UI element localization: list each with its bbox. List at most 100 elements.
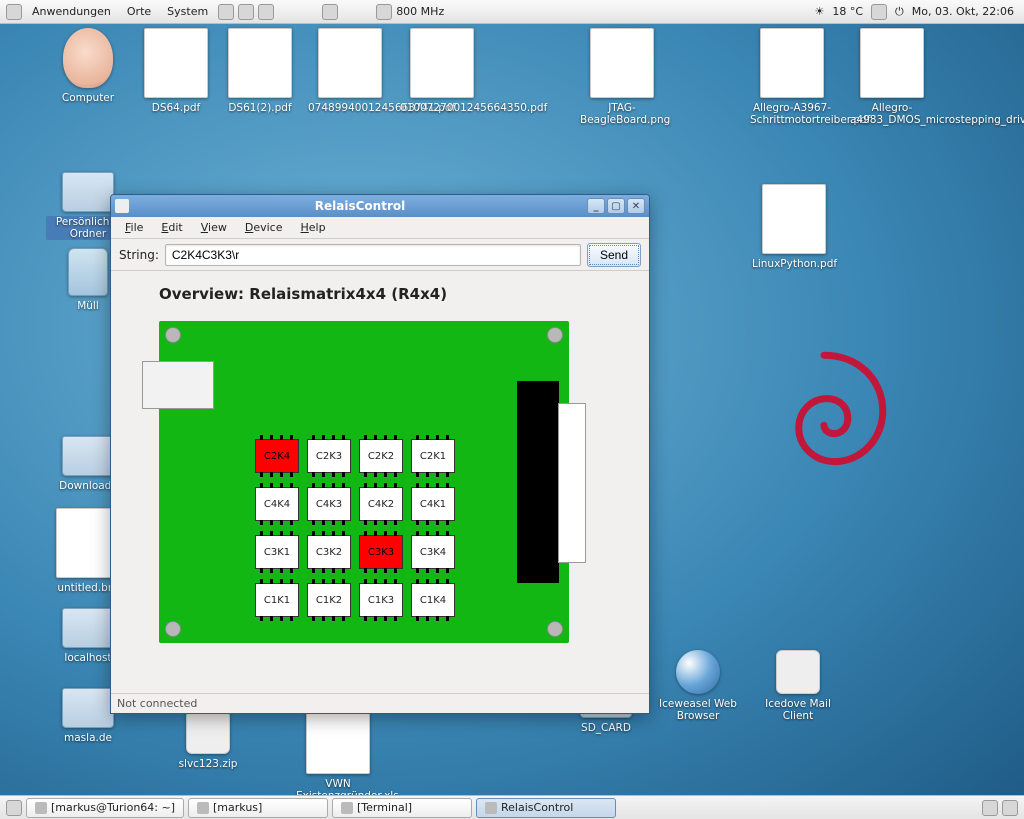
relay-C1K3[interactable]: C1K3 <box>359 583 403 617</box>
titlebar[interactable]: RelaisControl _ ▢ ✕ <box>111 195 649 217</box>
menu-view[interactable]: View <box>193 219 235 236</box>
mount-hole-icon <box>547 327 563 343</box>
desktop-icon-ds64[interactable]: DS64.pdf <box>134 28 218 114</box>
connector-left <box>142 361 214 409</box>
task-label: [markus] <box>213 801 262 814</box>
workspace-switcher[interactable] <box>982 800 998 816</box>
debian-swirl-icon <box>754 344 894 484</box>
cpu-icon <box>376 4 392 20</box>
globe-icon <box>676 650 720 694</box>
icon-label: Iceweasel Web Browser <box>656 698 740 722</box>
connector-right-white <box>558 403 586 563</box>
string-input[interactable] <box>165 244 581 266</box>
relay-C1K4[interactable]: C1K4 <box>411 583 455 617</box>
desktop-icon-vwn[interactable]: VWN Existenzgründer.xls <box>296 704 380 802</box>
toolbar: String: Send <box>111 239 649 271</box>
string-label: String: <box>119 248 159 262</box>
folder-icon <box>62 688 114 728</box>
menu-file[interactable]: File <box>117 219 151 236</box>
task-icon <box>35 802 47 814</box>
desktop-icon-p1[interactable]: 0748994001245663741.pdf <box>308 28 392 114</box>
relay-C3K3[interactable]: C3K3 <box>359 535 403 569</box>
icon-label: DS61(2).pdf <box>218 102 302 114</box>
desktop-icon-jtag[interactable]: JTAG-BeagleBoard.png <box>580 28 664 126</box>
menubar: File Edit View Device Help <box>111 217 649 239</box>
relay-C1K1[interactable]: C1K1 <box>255 583 299 617</box>
icon-label: LinuxPython.pdf <box>752 258 836 270</box>
icon-label: Allegro-A3967-Schrittmotortreiber.pdf <box>750 102 834 126</box>
desktop[interactable]: ComputerPersönlicher OrdnerMüllDownloads… <box>0 24 1024 795</box>
face-icon <box>63 28 113 88</box>
trash-icon[interactable] <box>1002 800 1018 816</box>
relay-C2K3[interactable]: C2K3 <box>307 439 351 473</box>
task-label: [markus@Turion64: ~] <box>51 801 175 814</box>
desktop-icon-linuxpy[interactable]: LinuxPython.pdf <box>752 184 836 270</box>
doc-icon <box>590 28 654 98</box>
relay-C2K2[interactable]: C2K2 <box>359 439 403 473</box>
task-button[interactable]: [markus] <box>188 798 328 818</box>
task-button[interactable]: [Terminal] <box>332 798 472 818</box>
desktop-icon-icedove[interactable]: Icedove Mail Client <box>756 644 840 722</box>
power-icon[interactable]: ⏻ <box>895 5 904 19</box>
window-content: Overview: Relaismatrix4x4 (R4x4) C2K4C2K… <box>111 271 649 693</box>
status-text: Not connected <box>117 697 197 710</box>
desktop-icon-a3967[interactable]: Allegro-A3967-Schrittmotortreiber.pdf <box>750 28 834 126</box>
menu-edit[interactable]: Edit <box>153 219 190 236</box>
menu-system[interactable]: System <box>161 5 214 18</box>
relay-C3K2[interactable]: C3K2 <box>307 535 351 569</box>
doc-icon <box>410 28 474 98</box>
applet-icon[interactable] <box>218 4 234 20</box>
send-button[interactable]: Send <box>587 243 641 267</box>
menu-places[interactable]: Orte <box>121 5 157 18</box>
top-panel: Anwendungen Orte System 800 MHz ☀ 18 °C … <box>0 0 1024 24</box>
bin-icon <box>68 248 108 296</box>
window-relaiscontrol: RelaisControl _ ▢ ✕ File Edit View Devic… <box>110 194 650 714</box>
relay-C1K2[interactable]: C1K2 <box>307 583 351 617</box>
mount-hole-icon <box>165 621 181 637</box>
applet-icon[interactable] <box>238 4 254 20</box>
desktop-icon-computer[interactable]: Computer <box>46 28 130 104</box>
relay-C4K1[interactable]: C4K1 <box>411 487 455 521</box>
gnome-foot-icon <box>6 4 22 20</box>
calc-icon[interactable] <box>322 4 338 20</box>
relay-C3K1[interactable]: C3K1 <box>255 535 299 569</box>
task-button[interactable]: RelaisControl <box>476 798 616 818</box>
network-icon[interactable] <box>871 4 887 20</box>
icon-label: Icedove Mail Client <box>756 698 840 722</box>
relay-C4K4[interactable]: C4K4 <box>255 487 299 521</box>
relay-C2K1[interactable]: C2K1 <box>411 439 455 473</box>
maximize-button[interactable]: ▢ <box>607 198 625 214</box>
applet-icon[interactable] <box>258 4 274 20</box>
show-desktop-icon[interactable] <box>6 800 22 816</box>
relay-C4K3[interactable]: C4K3 <box>307 487 351 521</box>
menu-device[interactable]: Device <box>237 219 291 236</box>
task-button[interactable]: [markus@Turion64: ~] <box>26 798 184 818</box>
minimize-button[interactable]: _ <box>587 198 605 214</box>
task-icon <box>197 802 209 814</box>
menu-help[interactable]: Help <box>293 219 334 236</box>
doc-icon <box>762 184 826 254</box>
icon-label: Computer <box>46 92 130 104</box>
folder-icon <box>62 172 114 212</box>
desktop-icon-a4983[interactable]: Allegro-a4983_DMOS_microstepping_driver_… <box>850 28 934 126</box>
weather-temp: 18 °C <box>832 5 863 18</box>
menu-applications[interactable]: Anwendungen <box>26 5 117 18</box>
relay-C3K4[interactable]: C3K4 <box>411 535 455 569</box>
icon-label: SD_CARD <box>564 722 648 734</box>
icon-label: slvc123.zip <box>166 758 250 770</box>
relay-C2K4[interactable]: C2K4 <box>255 439 299 473</box>
bottom-panel: [markus@Turion64: ~] [markus] [Terminal] Re… <box>0 795 1024 819</box>
icon-label: masla.de <box>46 732 130 744</box>
desktop-icon-iceweasel[interactable]: Iceweasel Web Browser <box>656 644 740 722</box>
icon-label: Allegro-a4983_DMOS_microstepping_driver_… <box>850 102 934 126</box>
doc-icon <box>306 704 370 774</box>
desktop-icon-p2[interactable]: 0100727001245664350.pdf <box>400 28 484 114</box>
desktop-icon-ds61[interactable]: DS61(2).pdf <box>218 28 302 114</box>
doc-icon <box>318 28 382 98</box>
task-label: RelaisControl <box>501 801 573 814</box>
folder-icon <box>62 436 114 476</box>
overview-heading: Overview: Relaismatrix4x4 (R4x4) <box>159 285 631 303</box>
relay-C4K2[interactable]: C4K2 <box>359 487 403 521</box>
close-button[interactable]: ✕ <box>627 198 645 214</box>
clock[interactable]: Mo, 03. Okt, 22:06 <box>912 5 1018 18</box>
